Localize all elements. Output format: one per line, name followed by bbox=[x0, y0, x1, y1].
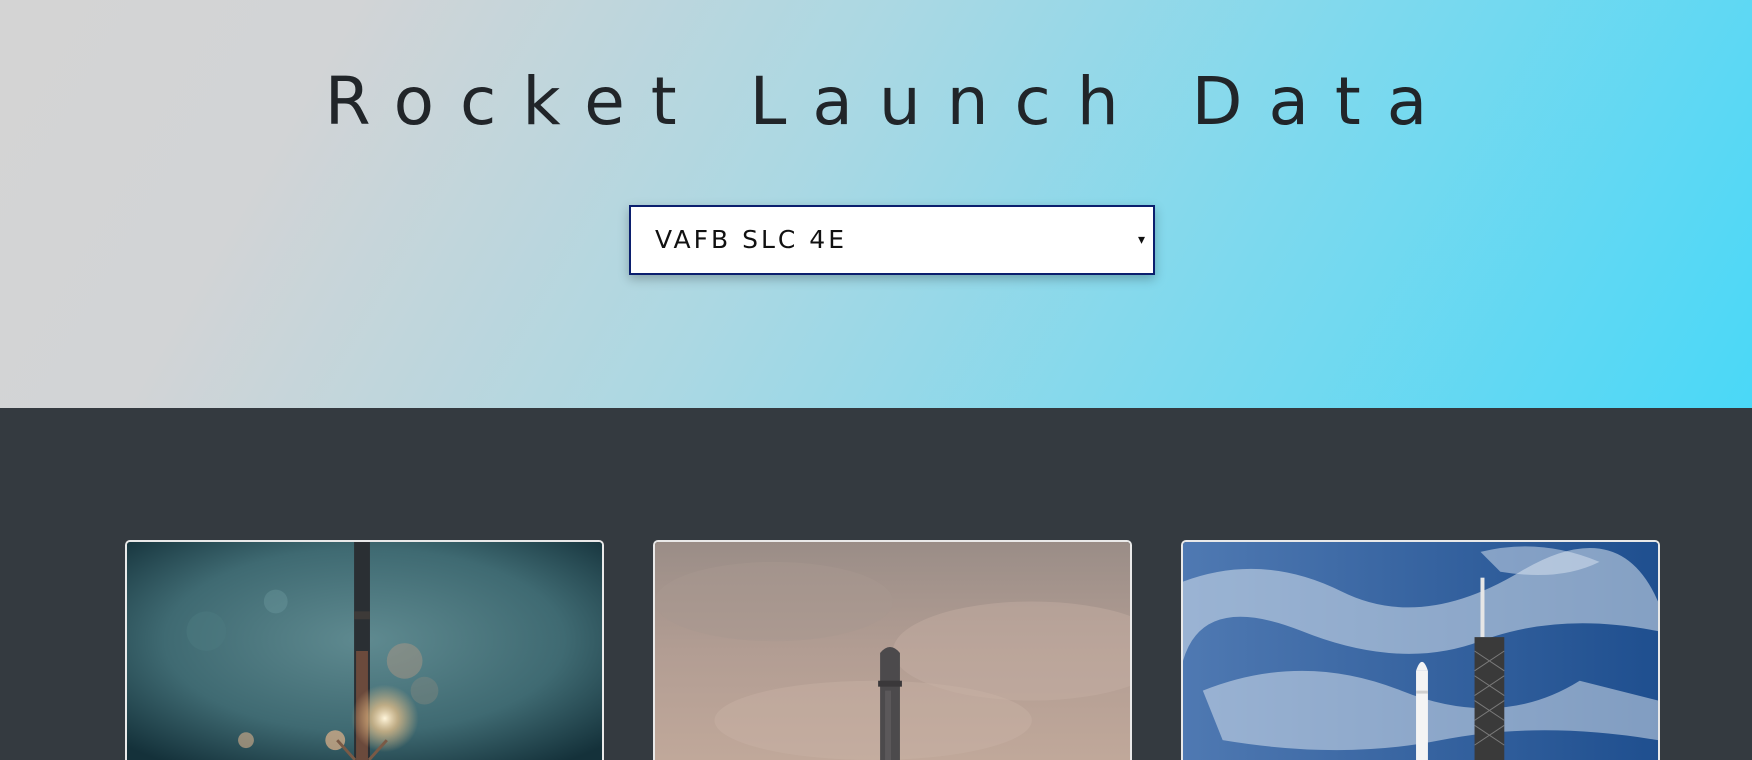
hero-header: Rocket Launch Data VAFB SLC 4E ▾ bbox=[0, 0, 1752, 408]
page-title: Rocket Launch Data bbox=[324, 63, 1454, 140]
dropdown-caret-icon: ▾ bbox=[1137, 232, 1145, 248]
rocket-hazy-photo bbox=[655, 542, 1130, 760]
launch-card[interactable] bbox=[653, 540, 1132, 760]
launch-cards-section bbox=[0, 408, 1752, 760]
rocket-launch-tower-photo bbox=[1183, 542, 1658, 760]
selected-launch-site: VAFB SLC 4E bbox=[655, 225, 847, 254]
launch-card[interactable] bbox=[1181, 540, 1660, 760]
rocket-landing-photo bbox=[127, 542, 602, 760]
launch-site-select[interactable]: VAFB SLC 4E ▾ bbox=[629, 205, 1155, 275]
launch-card[interactable] bbox=[125, 540, 604, 760]
